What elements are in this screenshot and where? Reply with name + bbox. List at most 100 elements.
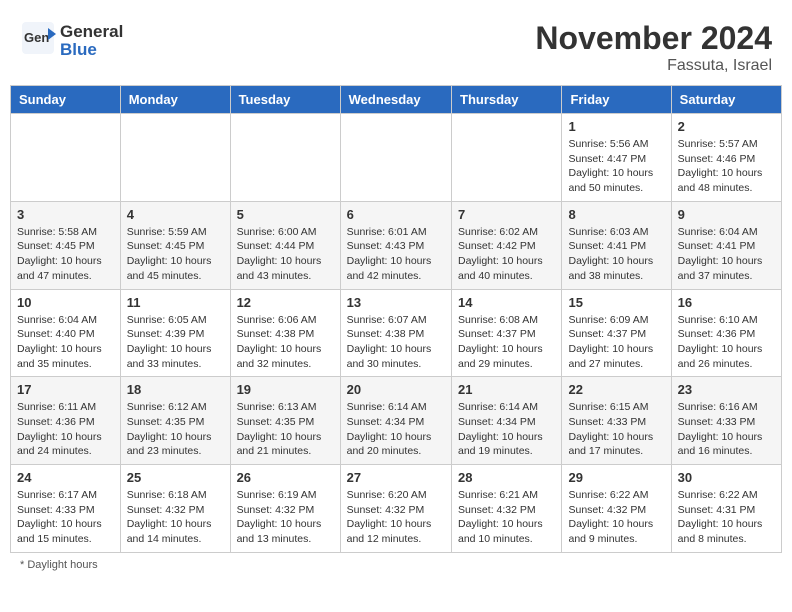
- weekday-header-thursday: Thursday: [452, 86, 562, 114]
- day-info: Sunrise: 6:15 AM Sunset: 4:33 PM Dayligh…: [568, 400, 664, 459]
- day-number: 14: [458, 295, 555, 310]
- day-number: 30: [678, 470, 775, 485]
- day-info: Sunrise: 5:58 AM Sunset: 4:45 PM Dayligh…: [17, 225, 114, 284]
- day-info: Sunrise: 6:04 AM Sunset: 4:41 PM Dayligh…: [678, 225, 775, 284]
- calendar-cell: [452, 114, 562, 202]
- calendar-cell: [230, 114, 340, 202]
- calendar-cell: 24 Sunrise: 6:17 AM Sunset: 4:33 PM Dayli…: [11, 465, 121, 553]
- day-info: Sunrise: 6:00 AM Sunset: 4:44 PM Dayligh…: [237, 225, 334, 284]
- weekday-header-row: SundayMondayTuesdayWednesdayThursdayFrid…: [11, 86, 782, 114]
- calendar-cell: 5 Sunrise: 6:00 AM Sunset: 4:44 PM Daylig…: [230, 201, 340, 289]
- calendar-cell: 8 Sunrise: 6:03 AM Sunset: 4:41 PM Daylig…: [562, 201, 671, 289]
- day-info: Sunrise: 6:03 AM Sunset: 4:41 PM Dayligh…: [568, 225, 664, 284]
- weekday-header-monday: Monday: [120, 86, 230, 114]
- day-number: 20: [347, 382, 445, 397]
- day-number: 6: [347, 207, 445, 222]
- calendar-week-row: 1 Sunrise: 5:56 AM Sunset: 4:47 PM Daylig…: [11, 114, 782, 202]
- day-number: 2: [678, 119, 775, 134]
- day-number: 7: [458, 207, 555, 222]
- calendar-table: SundayMondayTuesdayWednesdayThursdayFrid…: [10, 85, 782, 553]
- day-info: Sunrise: 6:19 AM Sunset: 4:32 PM Dayligh…: [237, 488, 334, 547]
- day-info: Sunrise: 6:12 AM Sunset: 4:35 PM Dayligh…: [127, 400, 224, 459]
- day-number: 28: [458, 470, 555, 485]
- day-info: Sunrise: 6:22 AM Sunset: 4:32 PM Dayligh…: [568, 488, 664, 547]
- day-info: Sunrise: 6:22 AM Sunset: 4:31 PM Dayligh…: [678, 488, 775, 547]
- day-info: Sunrise: 6:20 AM Sunset: 4:32 PM Dayligh…: [347, 488, 445, 547]
- calendar-cell: 1 Sunrise: 5:56 AM Sunset: 4:47 PM Daylig…: [562, 114, 671, 202]
- day-number: 12: [237, 295, 334, 310]
- day-info: Sunrise: 6:16 AM Sunset: 4:33 PM Dayligh…: [678, 400, 775, 459]
- day-number: 9: [678, 207, 775, 222]
- day-info: Sunrise: 5:56 AM Sunset: 4:47 PM Dayligh…: [568, 137, 664, 196]
- calendar-cell: 17Sunrise: 6:11 AM Sunset: 4:36 PM Dayli…: [11, 377, 121, 465]
- calendar-cell: 10 Sunrise: 6:04 AM Sunset: 4:40 PM Dayli…: [11, 289, 121, 377]
- day-number: 1: [568, 119, 664, 134]
- calendar-cell: 11 Sunrise: 6:05 AM Sunset: 4:39 PM Dayli…: [120, 289, 230, 377]
- weekday-header-saturday: Saturday: [671, 86, 781, 114]
- calendar-cell: [120, 114, 230, 202]
- day-info: Sunrise: 6:21 AM Sunset: 4:32 PM Dayligh…: [458, 488, 555, 547]
- month-year-title: November 2024: [535, 20, 772, 57]
- day-info: Sunrise: 6:17 AM Sunset: 4:33 PM Dayligh…: [17, 488, 114, 547]
- weekday-header-friday: Friday: [562, 86, 671, 114]
- day-number: 25: [127, 470, 224, 485]
- day-number: 17: [17, 382, 114, 397]
- calendar-cell: 6 Sunrise: 6:01 AM Sunset: 4:43 PM Daylig…: [340, 201, 451, 289]
- day-info: Sunrise: 6:06 AM Sunset: 4:38 PM Dayligh…: [237, 313, 334, 372]
- calendar-cell: 25 Sunrise: 6:18 AM Sunset: 4:32 PM Dayli…: [120, 465, 230, 553]
- day-number: 21: [458, 382, 555, 397]
- calendar-cell: 28 Sunrise: 6:21 AM Sunset: 4:32 PM Dayli…: [452, 465, 562, 553]
- calendar-week-row: 24 Sunrise: 6:17 AM Sunset: 4:33 PM Dayli…: [11, 465, 782, 553]
- day-info: Sunrise: 6:07 AM Sunset: 4:38 PM Dayligh…: [347, 313, 445, 372]
- calendar-cell: 7 Sunrise: 6:02 AM Sunset: 4:42 PM Daylig…: [452, 201, 562, 289]
- location-subtitle: Fassuta, Israel: [535, 57, 772, 75]
- day-number: 11: [127, 295, 224, 310]
- logo-blue-text: Blue: [60, 40, 97, 59]
- day-info: Sunrise: 6:04 AM Sunset: 4:40 PM Dayligh…: [17, 313, 114, 372]
- logo-icon: Gen: [20, 20, 56, 61]
- calendar-week-row: 3 Sunrise: 5:58 AM Sunset: 4:45 PM Daylig…: [11, 201, 782, 289]
- day-number: 24: [17, 470, 114, 485]
- day-info: Sunrise: 6:01 AM Sunset: 4:43 PM Dayligh…: [347, 225, 445, 284]
- day-info: Sunrise: 6:18 AM Sunset: 4:32 PM Dayligh…: [127, 488, 224, 547]
- day-number: 8: [568, 207, 664, 222]
- calendar-cell: 30 Sunrise: 6:22 AM Sunset: 4:31 PM Dayli…: [671, 465, 781, 553]
- calendar-cell: 19 Sunrise: 6:13 AM Sunset: 4:35 PM Dayli…: [230, 377, 340, 465]
- day-info: Sunrise: 6:02 AM Sunset: 4:42 PM Dayligh…: [458, 225, 555, 284]
- calendar-cell: 29 Sunrise: 6:22 AM Sunset: 4:32 PM Dayli…: [562, 465, 671, 553]
- day-number: 13: [347, 295, 445, 310]
- calendar-cell: 22Sunrise: 6:15 AM Sunset: 4:33 PM Dayli…: [562, 377, 671, 465]
- calendar-cell: 9 Sunrise: 6:04 AM Sunset: 4:41 PM Daylig…: [671, 201, 781, 289]
- calendar-cell: 12 Sunrise: 6:06 AM Sunset: 4:38 PM Dayli…: [230, 289, 340, 377]
- day-info: Sunrise: 5:59 AM Sunset: 4:45 PM Dayligh…: [127, 225, 224, 284]
- logo: Gen General Blue: [20, 20, 123, 61]
- calendar-cell: 26Sunrise: 6:19 AM Sunset: 4:32 PM Dayli…: [230, 465, 340, 553]
- day-number: 4: [127, 207, 224, 222]
- day-info: Sunrise: 5:57 AM Sunset: 4:46 PM Dayligh…: [678, 137, 775, 196]
- day-info: Sunrise: 6:14 AM Sunset: 4:34 PM Dayligh…: [347, 400, 445, 459]
- day-number: 29: [568, 470, 664, 485]
- header: Gen General Blue November 2024 Fassuta, …: [10, 10, 782, 80]
- calendar-cell: 21Sunrise: 6:14 AM Sunset: 4:34 PM Dayli…: [452, 377, 562, 465]
- day-info: Sunrise: 6:08 AM Sunset: 4:37 PM Dayligh…: [458, 313, 555, 372]
- svg-text:Gen: Gen: [24, 30, 49, 45]
- day-number: 3: [17, 207, 114, 222]
- day-number: 19: [237, 382, 334, 397]
- day-number: 18: [127, 382, 224, 397]
- calendar-cell: 23Sunrise: 6:16 AM Sunset: 4:33 PM Dayli…: [671, 377, 781, 465]
- day-number: 10: [17, 295, 114, 310]
- calendar-cell: [340, 114, 451, 202]
- calendar-cell: 3 Sunrise: 5:58 AM Sunset: 4:45 PM Daylig…: [11, 201, 121, 289]
- calendar-cell: [11, 114, 121, 202]
- weekday-header-sunday: Sunday: [11, 86, 121, 114]
- day-info: Sunrise: 6:13 AM Sunset: 4:35 PM Dayligh…: [237, 400, 334, 459]
- calendar-cell: 13 Sunrise: 6:07 AM Sunset: 4:38 PM Dayli…: [340, 289, 451, 377]
- day-info: Sunrise: 6:05 AM Sunset: 4:39 PM Dayligh…: [127, 313, 224, 372]
- logo-general-text: General: [60, 22, 123, 41]
- day-number: 15: [568, 295, 664, 310]
- day-number: 27: [347, 470, 445, 485]
- day-number: 5: [237, 207, 334, 222]
- calendar-cell: 20 Sunrise: 6:14 AM Sunset: 4:34 PM Dayli…: [340, 377, 451, 465]
- weekday-header-wednesday: Wednesday: [340, 86, 451, 114]
- title-area: November 2024 Fassuta, Israel: [535, 20, 772, 75]
